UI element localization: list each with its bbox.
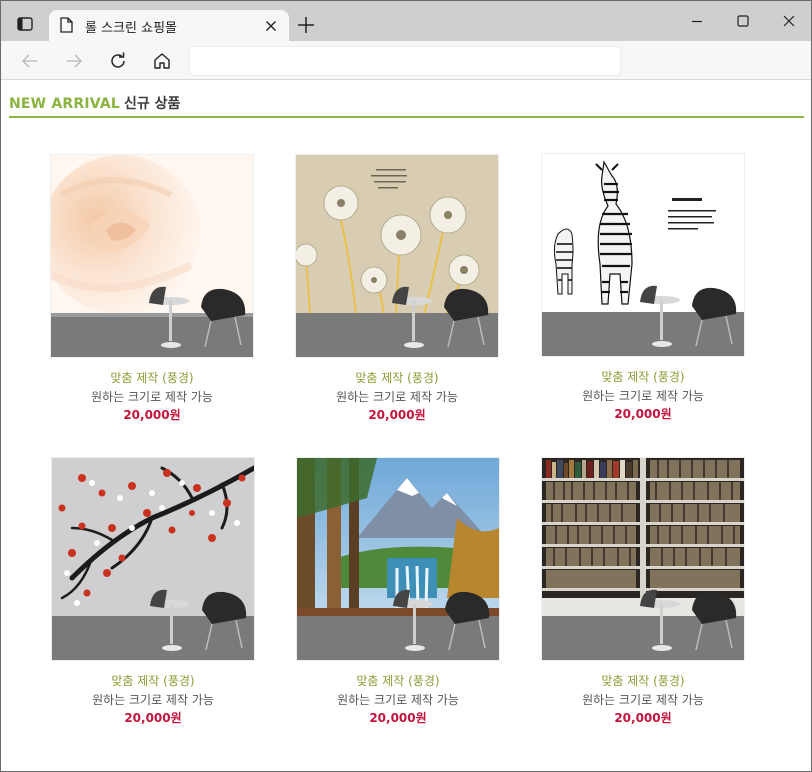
product-price: 20,000원 [369, 711, 427, 725]
active-tab[interactable]: 롤 스크린 쇼핑몰 [49, 10, 289, 42]
close-icon[interactable] [263, 18, 279, 34]
product-card[interactable]: 맞춤 제작 (풍경) 원하는 크기로 제작 가능 20,000원 [295, 154, 499, 423]
product-card[interactable]: 맞춤 제작 (풍경) 원하는 크기로 제작 가능 20,000원 [296, 457, 500, 726]
product-title[interactable]: 맞춤 제작 (풍경) [295, 370, 499, 386]
address-input[interactable] [190, 47, 620, 75]
page-icon [60, 17, 73, 37]
tab-bar: 롤 스크린 쇼핑몰 [1, 1, 811, 42]
product-title[interactable]: 맞춤 제작 (풍경) [50, 370, 254, 386]
product-card[interactable]: 맞춤 제작 (풍경) 원하는 크기로 제작 가능 20,000원 [50, 154, 254, 423]
product-image-zebra[interactable] [541, 153, 745, 357]
product-price: 20,000원 [368, 408, 426, 422]
maximize-icon[interactable] [731, 9, 755, 33]
product-card[interactable]: 맞춤 제작 (풍경) 원하는 크기로 제작 가능 20,000원 [51, 457, 255, 726]
window-close-icon[interactable] [777, 9, 801, 33]
page-content: NEW ARRIVAL 신규 상품 맞춤 제작 (풍경) 원하는 크기로 제작 … [1, 81, 811, 771]
section-heading: NEW ARRIVAL 신규 상품 [9, 93, 804, 118]
product-price: 20,000원 [614, 407, 672, 421]
section-title-ko: 신규 상품 [124, 96, 181, 112]
product-image-cherry-blossom[interactable] [51, 457, 255, 661]
product-description: 원하는 크기로 제작 가능 [582, 389, 704, 403]
product-card[interactable]: 맞춤 제작 (풍경) 원하는 크기로 제작 가능 20,000원 [541, 153, 745, 422]
product-description: 원하는 크기로 제작 가능 [92, 693, 214, 707]
tab-actions-icon[interactable] [10, 11, 40, 37]
section-title-en: NEW ARRIVAL [9, 96, 121, 112]
product-description: 원하는 크기로 제작 가능 [336, 390, 458, 404]
browser-window: 롤 스크린 쇼핑몰 NEW ARRIVAL 신규 상품 맞춤 제작 (풍경) 원… [0, 0, 812, 772]
plus-icon[interactable] [294, 13, 318, 37]
minimize-icon[interactable] [685, 9, 709, 33]
product-description: 원하는 크기로 제작 가능 [91, 390, 213, 404]
product-image-dandelion[interactable] [295, 154, 499, 358]
product-title[interactable]: 맞춤 제작 (풍경) [541, 369, 745, 385]
product-image-bookshelf[interactable] [541, 457, 745, 661]
product-price: 20,000원 [124, 711, 182, 725]
home-icon[interactable] [150, 49, 174, 73]
product-image-mountain-waterfall[interactable] [296, 457, 500, 661]
browser-toolbar [1, 41, 811, 80]
product-price: 20,000원 [123, 408, 181, 422]
product-card[interactable]: 맞춤 제작 (풍경) 원하는 크기로 제작 가능 20,000원 [541, 457, 745, 726]
product-description: 원하는 크기로 제작 가능 [582, 693, 704, 707]
refresh-icon[interactable] [106, 49, 130, 73]
back-arrow-icon[interactable] [18, 49, 42, 73]
product-title[interactable]: 맞춤 제작 (풍경) [541, 673, 745, 689]
forward-arrow-icon[interactable] [62, 49, 86, 73]
address-bar[interactable] [189, 46, 621, 76]
product-title[interactable]: 맞춤 제작 (풍경) [51, 673, 255, 689]
product-title[interactable]: 맞춤 제작 (풍경) [296, 673, 500, 689]
product-description: 원하는 크기로 제작 가능 [337, 693, 459, 707]
product-price: 20,000원 [614, 711, 672, 725]
product-image-rose[interactable] [50, 154, 254, 358]
tab-title: 롤 스크린 쇼핑몰 [85, 21, 177, 36]
